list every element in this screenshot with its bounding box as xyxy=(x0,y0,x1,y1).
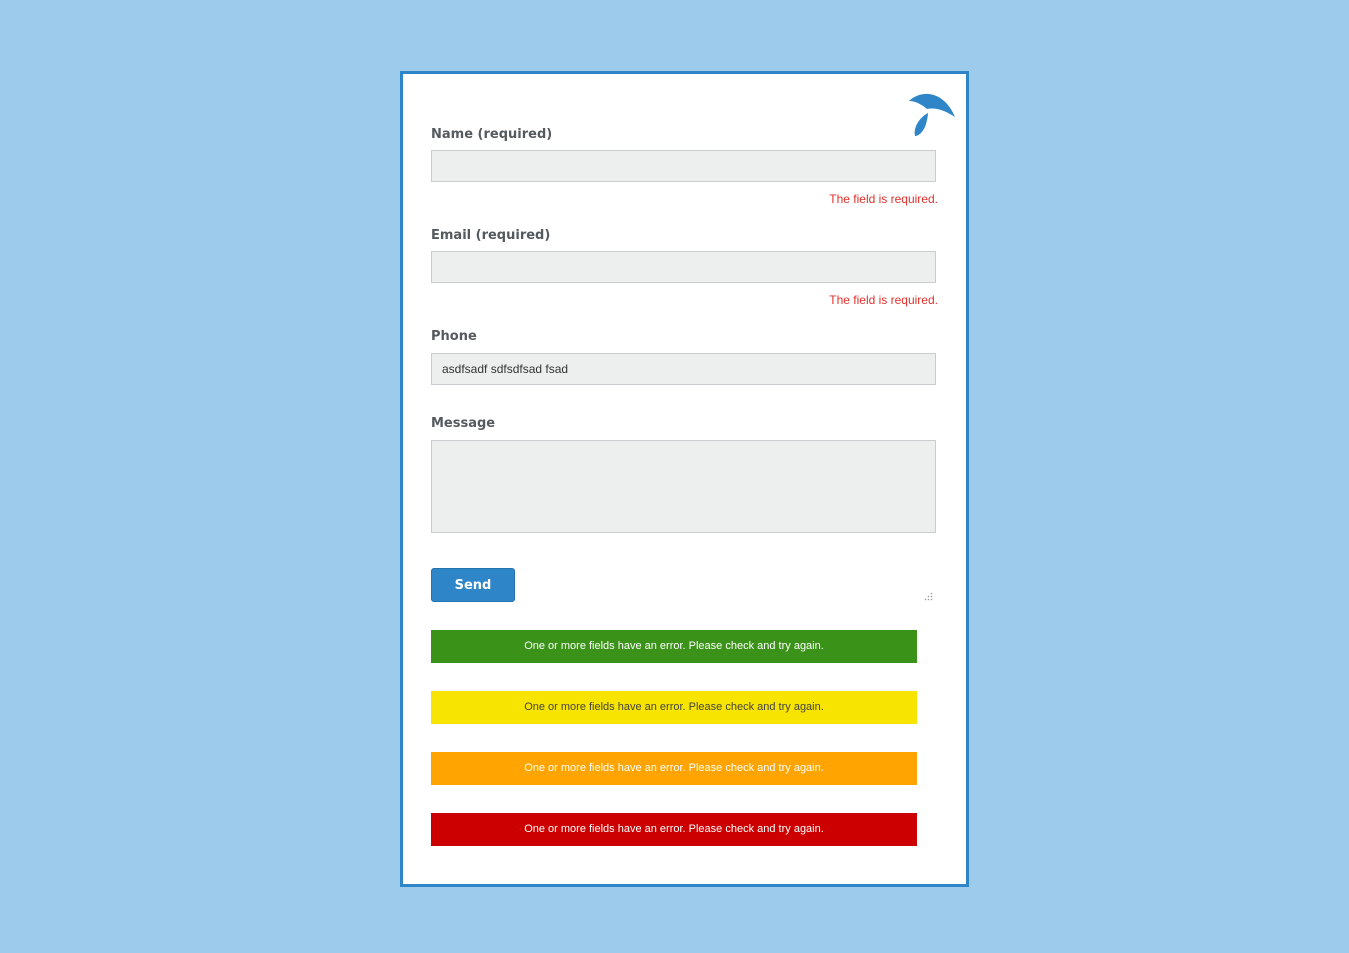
contact-form-card: Name (required) The field is required. E… xyxy=(400,71,969,887)
bird-wing-logo-icon xyxy=(909,93,955,136)
resize-grip-icon[interactable] xyxy=(924,592,933,601)
name-input[interactable] xyxy=(431,150,936,182)
response-message-error: One or more fields have an error. Please… xyxy=(431,813,917,846)
email-error-tip: The field is required. xyxy=(829,293,938,307)
send-button[interactable]: Send xyxy=(431,568,515,602)
phone-label: Phone xyxy=(431,329,477,344)
response-message-success: One or more fields have an error. Please… xyxy=(431,630,917,663)
name-error-tip: The field is required. xyxy=(829,192,938,206)
email-input[interactable] xyxy=(431,251,936,283)
message-label: Message xyxy=(431,416,496,431)
response-message-caution: One or more fields have an error. Please… xyxy=(431,752,917,785)
phone-input[interactable] xyxy=(431,353,936,385)
response-message-warning: One or more fields have an error. Please… xyxy=(431,691,917,724)
name-label: Name (required) xyxy=(431,127,553,142)
email-label: Email (required) xyxy=(431,228,551,243)
message-textarea[interactable] xyxy=(431,440,936,533)
